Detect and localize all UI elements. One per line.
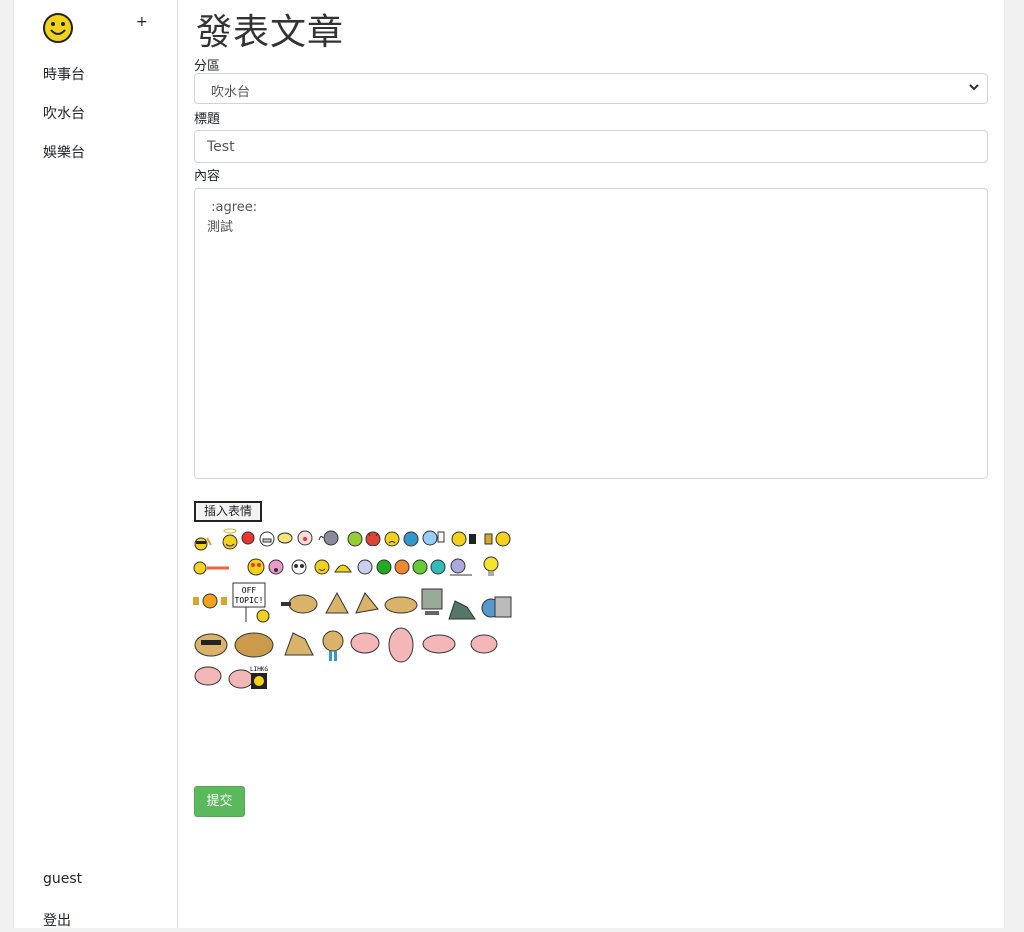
pig-run-icon[interactable] <box>421 633 457 655</box>
insert-emoji-button[interactable]: 插入表情 <box>194 501 262 522</box>
pig-sit-icon[interactable] <box>193 665 223 687</box>
sidebar-item-chitchat[interactable]: 吹水台 <box>43 103 85 123</box>
add-button[interactable]: + <box>136 14 148 30</box>
smiley-icon[interactable] <box>42 12 74 44</box>
clown-smiley-icon[interactable] <box>297 530 313 546</box>
angry-smiley-icon[interactable] <box>241 531 255 545</box>
clap-smiley-icon[interactable] <box>193 593 227 609</box>
subject-input[interactable]: Test <box>194 130 988 163</box>
post-form: 發表文章 分區 吹水台 標題 Test 內容 :agree: 測試 插入表情 O… <box>193 0 993 928</box>
hide-smiley-icon[interactable] <box>333 558 353 576</box>
sick-smiley-icon[interactable] <box>347 531 363 547</box>
sweat-smiley-icon[interactable] <box>317 530 341 546</box>
orange-smiley-icon[interactable] <box>394 559 410 575</box>
dog-shout-icon[interactable] <box>323 591 351 615</box>
content-label: 內容 <box>194 169 221 184</box>
cheers-smiley-icon[interactable] <box>483 531 511 547</box>
fire-smiley-icon[interactable] <box>193 560 233 576</box>
wink-smiley-icon[interactable] <box>277 532 293 544</box>
app-frame: + 時事台 吹水台 娛樂台 guest 登出 發表文章 分區 吹水台 標題 Te… <box>13 0 1005 930</box>
dog-lie-icon[interactable] <box>383 591 419 615</box>
x-eyes-smiley-icon[interactable] <box>357 559 373 575</box>
page-title: 發表文章 <box>196 12 345 53</box>
dog-cry-icon[interactable] <box>319 629 347 663</box>
computer-icon[interactable] <box>419 587 445 617</box>
smile-smiley-icon[interactable] <box>314 559 330 575</box>
svg-text:LIHKG: LIHKG <box>250 666 268 673</box>
subject-label: 標題 <box>194 112 221 127</box>
blue-smiley-icon[interactable] <box>403 531 419 547</box>
thumbs-up-smiley-icon[interactable] <box>421 528 447 546</box>
chevron-down-icon <box>967 80 981 94</box>
category-label: 分區 <box>194 59 221 74</box>
dog-sunglasses-icon[interactable] <box>193 629 229 657</box>
teal-smiley-icon[interactable] <box>430 559 446 575</box>
pig-angry-icon[interactable] <box>469 633 499 655</box>
sad-smiley-icon[interactable] <box>384 531 400 547</box>
beer-smiley-icon[interactable] <box>451 531 479 547</box>
category-select-value: 吹水台 <box>211 85 251 100</box>
logout-link[interactable]: 登出 <box>43 910 71 930</box>
pig-icon[interactable] <box>349 631 381 655</box>
sidebar: + 時事台 吹水台 娛樂台 guest 登出 <box>14 0 178 930</box>
angel-smiley-icon[interactable] <box>221 528 239 550</box>
dog-pipe-icon[interactable] <box>279 593 319 615</box>
category-select[interactable]: 吹水台 <box>194 73 988 104</box>
cat-computer-icon[interactable] <box>447 597 477 621</box>
monitor-icon[interactable] <box>481 595 513 621</box>
svg-text:TOPIC!: TOPIC! <box>235 596 264 605</box>
sidebar-item-current-affairs[interactable]: 時事台 <box>43 64 85 84</box>
shocked-smiley-icon[interactable] <box>268 559 284 575</box>
grin-smiley-icon[interactable] <box>259 531 275 547</box>
off-topic-sign-icon[interactable]: OFF TOPIC! <box>232 580 274 624</box>
dog-jump-icon[interactable] <box>283 631 315 657</box>
dog-hug-icon[interactable] <box>233 629 275 659</box>
content-textarea[interactable]: :agree: 測試 <box>194 188 988 479</box>
green-smiley-icon[interactable] <box>376 559 392 575</box>
svg-text:OFF: OFF <box>242 586 257 595</box>
emoji-picker: OFF TOPIC! LIHKG <box>193 525 523 695</box>
pig-dance-icon[interactable] <box>385 625 417 665</box>
submit-button[interactable]: 提交 <box>194 786 245 817</box>
sidebar-item-entertainment[interactable]: 娛樂台 <box>43 142 85 162</box>
cool-smiley-icon[interactable] <box>193 535 213 551</box>
bulb-smiley-icon[interactable] <box>481 555 501 579</box>
username: guest <box>43 871 83 887</box>
lime-smiley-icon[interactable] <box>412 559 428 575</box>
pig-lihkg-icon[interactable]: LIHKG <box>227 663 269 691</box>
heart-eyes-smiley-icon[interactable] <box>247 558 265 576</box>
eyes-smiley-icon[interactable] <box>291 559 307 575</box>
balloon-smiley-icon[interactable] <box>448 557 474 577</box>
dog-wave-icon[interactable] <box>353 591 381 615</box>
devil-smiley-icon[interactable] <box>365 530 381 546</box>
